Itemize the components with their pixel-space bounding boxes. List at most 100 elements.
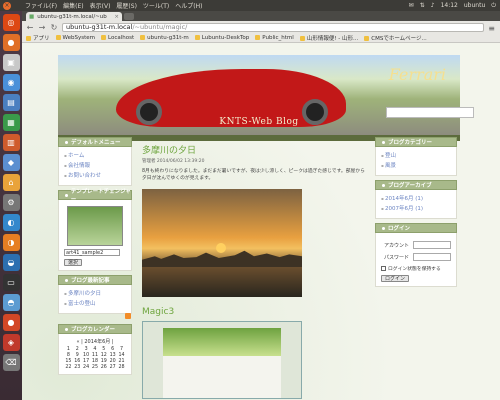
page-favicon-icon: ■ [29,13,35,20]
default-menu: ホーム 会社情報 お問い合わせ [58,147,132,186]
mail-icon[interactable]: ✉ [409,2,414,9]
impress-icon[interactable]: ▥ [2,134,20,151]
app4-icon[interactable]: ◓ [2,294,20,311]
archive-link[interactable]: 2007年6月 (1) [381,204,451,214]
login-heading: ログイン [375,223,457,233]
writer-icon[interactable]: ▤ [2,94,20,111]
archive-link[interactable]: 2014年6月 (1) [381,194,451,204]
web-page: Ferrari KNTS-Web Blog デフォルトメニュー ホーム 会社情報… [22,43,500,400]
recent-posts: 多摩川の夕日 富士の登山 [58,285,132,319]
menu-edit[interactable]: 編集(E) [63,1,83,10]
search-input[interactable] [386,107,474,118]
login-button[interactable]: ログイン [381,275,410,282]
bookmark-websystem[interactable]: WebSystem [55,34,95,41]
menu-link-contact[interactable]: お問い合わせ [64,171,126,181]
second-post-title[interactable]: Magic3 [142,307,367,317]
sun-image [216,243,226,253]
blog-calendar: « | 2014年6月 | 1 2 3 4 5 6 7 8 9 10 11 12 13 14 15 16 17 1… [58,334,132,375]
firefox-icon[interactable]: ● [2,34,20,51]
blog-title: KNTS-Web Blog [219,117,299,127]
volume-icon[interactable]: ♪ [431,2,435,9]
category-heading: ブログカテゴリー [375,137,457,147]
calendar-day: 14 [118,352,125,358]
reload-icon[interactable]: ↻ [50,23,58,32]
dropbox-icon[interactable]: ◆ [2,154,20,171]
template-select[interactable]: art41_sample2 [64,249,120,256]
forward-icon[interactable]: → [38,23,46,32]
archive-heading: ブログアーカイブ [375,180,457,190]
password-input[interactable] [413,253,451,261]
category-link[interactable]: 風景 [381,161,451,171]
software-center-icon[interactable]: ⌂ [2,174,20,191]
recent-post-link[interactable]: 多摩川の夕日 [64,289,126,299]
site-logo: Ferrari [388,65,446,84]
calendar-day: 20 [109,358,116,364]
calendar-prev-link[interactable]: « [76,339,79,345]
settings-icon[interactable]: ⚙ [2,194,20,211]
template-changer-heading: テンプレートチェンジャー [58,189,132,203]
remember-login-label: ログイン状態を保持する [388,267,441,272]
sunset-photo [142,189,302,297]
browser-toolbar: ← → ↻ ubuntu-g31t-m.local /~ubuntu/magic… [22,21,500,33]
tab-title: ubuntu-g31t-m.local/~ub [37,13,107,20]
menu-tools[interactable]: ツール(T) [143,1,169,10]
account-label: アカウント [383,242,409,249]
terminal-icon[interactable]: ▭ [2,274,20,291]
bookmark-apps[interactable]: アプリ [26,34,50,42]
close-window-icon[interactable]: × [3,1,11,10]
calendar-table: 1 2 3 4 5 6 7 8 9 10 11 12 13 14 15 16 17 18 19 20 21 22 23 24 2… [64,346,126,370]
trash-icon[interactable]: ⌫ [2,354,20,371]
address-bar[interactable]: ubuntu-g31t-m.local /~ubuntu/magic/ [62,22,484,32]
url-host: ubuntu-g31t-m.local [66,23,133,31]
app6-icon[interactable]: ◈ [2,334,20,351]
url-path: /~ubuntu/magic/ [132,23,188,31]
app5-icon[interactable]: ● [2,314,20,331]
calc-icon[interactable]: ▦ [2,114,20,131]
menu-help[interactable]: ヘルプ(H) [175,1,202,10]
browser-tab[interactable]: ■ ubuntu-g31t-m.local/~ub × [26,12,122,21]
close-tab-icon[interactable]: × [114,14,119,20]
bookmark-lubuntu[interactable]: Lubuntu-DeskTop [194,34,249,41]
menu-view[interactable]: 表示(V) [90,1,111,10]
app-icon[interactable]: ◐ [2,214,20,231]
calendar-day: 12 [100,352,107,358]
bookmark-localhost[interactable]: Localhost [101,34,134,41]
recent-post-link[interactable]: 富士の登山 [64,299,126,309]
menu-link-company[interactable]: 会社情報 [64,161,126,171]
bookmark-cms[interactable]: CMSでホームページ... [364,34,427,42]
browser-menu-icon[interactable]: ≡ [488,24,495,33]
calendar-day: 21 [118,358,125,364]
calendar-day: 27 [109,364,116,370]
magic3-screenshot [142,321,302,399]
menu-link-home[interactable]: ホーム [64,151,126,161]
calendar-week-row: 22 23 24 25 26 27 28 [64,364,126,370]
chrome-icon[interactable]: ◉ [2,74,20,91]
app3-icon[interactable]: ◒ [2,254,20,271]
calendar-day: 19 [100,358,107,364]
blog-categories: 登山 風景 [375,147,457,176]
back-icon[interactable]: ← [26,23,34,32]
category-link[interactable]: 登山 [381,151,451,161]
bookmark-public-html[interactable]: Public_html [255,34,294,41]
dash-home-icon[interactable]: ◎ [2,14,20,31]
network-icon[interactable]: ⇅ [420,2,425,9]
bookmark-yamagata[interactable]: 山形情報便! - 山形... [299,34,358,42]
clock[interactable]: 14:12 [441,2,458,9]
menu-history[interactable]: 履歴(S) [116,1,137,10]
new-tab-button[interactable] [124,13,134,20]
user-name[interactable]: ubuntu [464,2,485,9]
menu-file[interactable]: ファイル(F) [25,1,57,10]
post-title[interactable]: 多摩川の夕日 [142,143,367,156]
unity-launcher: ◎ ● ▣ ◉ ▤ ▦ ▥ ◆ ⌂ ⚙ ◐ ◑ ◒ ▭ ◓ ● ◈ ⌫ [0,11,22,400]
account-input[interactable] [413,241,451,249]
app2-icon[interactable]: ◑ [2,234,20,251]
calendar-day: 24 [83,364,90,370]
template-select-button[interactable]: 選択 [64,259,83,266]
bookmarks-bar: アプリ WebSystem Localhost ubuntu-g31t-m Lu… [22,33,500,43]
power-icon[interactable]: ⏻ [491,2,496,10]
files-icon[interactable]: ▣ [2,54,20,71]
bookmark-ubuntu[interactable]: ubuntu-g31t-m [140,34,189,41]
right-sidebar: ブログカテゴリー 登山 風景 ブログアーカイブ 2014年6月 (1) 2007… [375,137,457,287]
rss-icon[interactable] [125,313,131,319]
remember-login-checkbox[interactable] [381,266,386,271]
